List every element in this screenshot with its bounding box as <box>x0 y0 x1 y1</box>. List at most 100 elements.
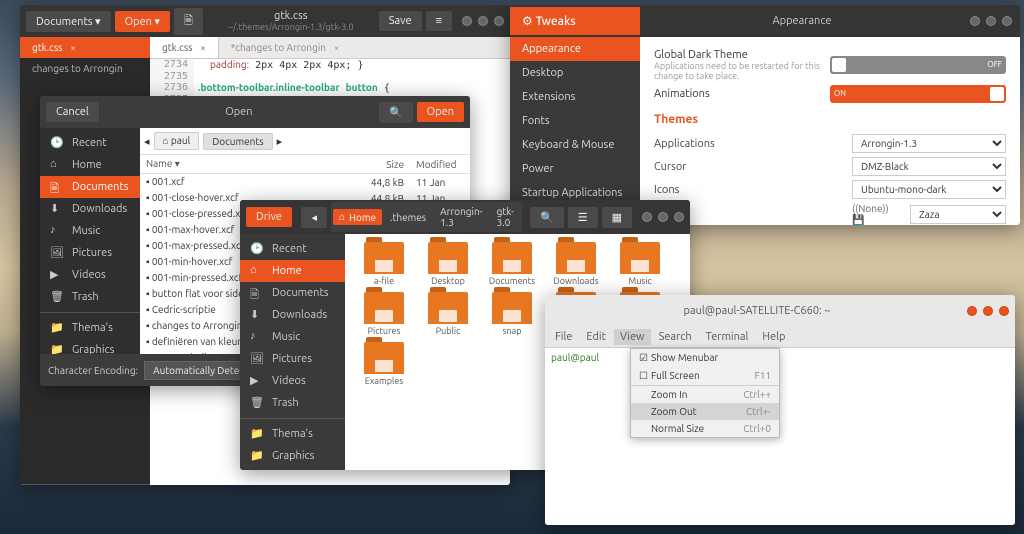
view-grid-button[interactable]: ▦ <box>602 207 632 228</box>
crumb-home[interactable]: ⌂ paul <box>154 132 200 150</box>
close-icon[interactable] <box>999 306 1009 316</box>
drive-button[interactable]: Drive <box>246 207 292 227</box>
menu-terminal[interactable]: Terminal <box>700 329 755 345</box>
menu-edit[interactable]: Edit <box>580 329 612 345</box>
maximize-icon[interactable] <box>658 212 668 222</box>
new-tab-button[interactable]: 🗎 <box>174 8 203 35</box>
sidebar-item-label: Documents <box>72 181 129 193</box>
global-dark-toggle[interactable]: OFF <box>830 56 1006 74</box>
nav-back-icon[interactable]: ◂ <box>144 135 150 148</box>
path-seg[interactable]: gtk-3.0 <box>491 204 520 230</box>
menu-search[interactable]: Search <box>653 329 698 345</box>
tab-changes[interactable]: changes to Arrongin <box>20 58 150 79</box>
sidebar-item-videos[interactable]: ▶Videos <box>240 370 345 392</box>
sidebar-item-music[interactable]: ♪Music <box>40 220 140 242</box>
tab-gtk-css[interactable]: gtk.css× <box>20 37 150 58</box>
sidebar-item-trash[interactable]: 🗑Trash <box>40 286 140 308</box>
folder-music[interactable]: Music <box>609 242 671 286</box>
tweaks-cat-power[interactable]: Power <box>510 157 640 181</box>
tweaks-cat-extensions[interactable]: Extensions <box>510 85 640 109</box>
cursor-select[interactable]: DMZ-Black <box>852 157 1006 176</box>
open-button[interactable]: Open ▾ <box>115 11 170 32</box>
close-icon[interactable] <box>1002 16 1012 26</box>
tweaks-cat-desktop[interactable]: Desktop <box>510 61 640 85</box>
menu-zoom-out[interactable]: Zoom OutCtrl+- <box>631 403 779 420</box>
menu-full-screen[interactable]: ☐Full ScreenF11 <box>631 367 779 385</box>
folder-desktop[interactable]: Desktop <box>417 242 479 286</box>
sidebar-item-home[interactable]: ⌂Home <box>40 154 140 176</box>
minimize-icon[interactable] <box>970 16 980 26</box>
sidebar-item-thema's[interactable]: 📁Thema's <box>40 317 140 339</box>
close-icon[interactable] <box>494 16 504 26</box>
sidebar-item-ideas[interactable]: 📁Ideas <box>240 467 345 470</box>
sidebar-item-trash[interactable]: 🗑Trash <box>240 392 345 414</box>
tweaks-cat-fonts[interactable]: Fonts <box>510 109 640 133</box>
path-seg[interactable]: .themes <box>384 210 432 225</box>
sidebar-item-graphics[interactable]: 📁Graphics <box>240 445 345 467</box>
sidebar-item-videos[interactable]: ▶Videos <box>40 264 140 286</box>
col-name[interactable]: Name ▾ <box>140 155 350 174</box>
documents-menu-button[interactable]: Documents ▾ <box>26 11 111 32</box>
folder-downloads[interactable]: Downloads <box>545 242 607 286</box>
folder-examples[interactable]: Examples <box>353 342 415 386</box>
maximize-icon[interactable] <box>986 16 996 26</box>
sidebar-item-documents[interactable]: 🗎Documents <box>240 282 345 304</box>
nav-fwd-icon[interactable]: ▸ <box>277 135 283 148</box>
col-modified[interactable]: Modified <box>410 155 470 174</box>
menu-zoom-in[interactable]: Zoom InCtrl++ <box>631 386 779 403</box>
menu-show-menubar[interactable]: ☑Show Menubar <box>631 349 779 367</box>
editor-tab-changes[interactable]: *changes to Arrongin× <box>219 37 351 58</box>
search-button[interactable]: 🔍 <box>379 102 413 123</box>
minimize-icon[interactable] <box>642 212 652 222</box>
close-tab-icon[interactable]: × <box>334 43 339 53</box>
menu-file[interactable]: File <box>549 329 578 345</box>
folder-snap[interactable]: snap <box>481 292 543 336</box>
nav-back-button[interactable]: ◂ <box>301 207 327 228</box>
tweaks-cat-appearance[interactable]: Appearance <box>510 37 640 61</box>
hamburger-menu-button[interactable]: ≡ <box>426 11 452 31</box>
save-button[interactable]: Save <box>379 11 422 31</box>
sidebar-item-pictures[interactable]: 🖼Pictures <box>240 348 345 370</box>
menu-help[interactable]: Help <box>756 329 791 345</box>
sidebar-item-thema's[interactable]: 📁Thema's <box>240 423 345 445</box>
applications-select[interactable]: Arrongin-1.3 <box>852 134 1006 153</box>
close-icon[interactable] <box>674 212 684 222</box>
close-tab-icon[interactable]: × <box>71 43 76 53</box>
menu-view[interactable]: View <box>614 329 651 345</box>
maximize-icon[interactable] <box>478 16 488 26</box>
sidebar-item-documents[interactable]: 🗎Documents <box>40 176 140 198</box>
folder-a-file[interactable]: a-file <box>353 242 415 286</box>
sidebar-item-recent[interactable]: 🕑Recent <box>240 238 345 260</box>
maximize-icon[interactable] <box>983 306 993 316</box>
path-seg[interactable]: Arrongin-1.3 <box>434 204 488 230</box>
icons-select[interactable]: Ubuntu-mono-dark <box>852 180 1006 199</box>
vid-icon: ▶ <box>50 268 64 282</box>
cancel-button[interactable]: Cancel <box>46 102 99 122</box>
path-home[interactable]: ⌂ Home <box>333 209 382 225</box>
col-size[interactable]: Size <box>350 155 410 174</box>
sidebar-item-downloads[interactable]: ⬇Downloads <box>240 304 345 326</box>
sidebar-item-graphics[interactable]: 📁Graphics <box>40 339 140 354</box>
menu-normal-size[interactable]: Normal SizeCtrl+0 <box>631 420 779 437</box>
editor-tab-gtk[interactable]: gtk.css× <box>150 37 219 58</box>
search-button[interactable]: 🔍 <box>530 207 564 228</box>
tweaks-cat-keyboard-mouse[interactable]: Keyboard & Mouse <box>510 133 640 157</box>
sidebar-item-downloads[interactable]: ⬇Downloads <box>40 198 140 220</box>
folder-pictures[interactable]: Pictures <box>353 292 415 336</box>
file-row[interactable]: ▪ 001.xcf44,8 kB11 Jan <box>140 174 470 191</box>
view-list-button[interactable]: ☰ <box>568 207 598 228</box>
crumb-documents[interactable]: Documents <box>203 133 272 150</box>
minimize-icon[interactable] <box>462 16 472 26</box>
sidebar-item-home[interactable]: ⌂Home <box>240 260 345 282</box>
open-confirm-button[interactable]: Open <box>417 102 464 122</box>
sidebar-item-recent[interactable]: 🕑Recent <box>40 132 140 154</box>
sidebar-item-music[interactable]: ♪Music <box>240 326 345 348</box>
close-tab-icon[interactable]: × <box>201 43 206 53</box>
terminal-body[interactable]: paul@paul ☑Show Menubar ☐Full ScreenF11 … <box>545 348 1015 525</box>
folder-documents[interactable]: Documents <box>481 242 543 286</box>
sidebar-item-pictures[interactable]: 🖼Pictures <box>40 242 140 264</box>
animations-toggle[interactable]: ON <box>830 85 1006 103</box>
folder-public[interactable]: Public <box>417 292 479 336</box>
shell-select[interactable]: Zaza <box>910 205 1006 224</box>
minimize-icon[interactable] <box>967 306 977 316</box>
